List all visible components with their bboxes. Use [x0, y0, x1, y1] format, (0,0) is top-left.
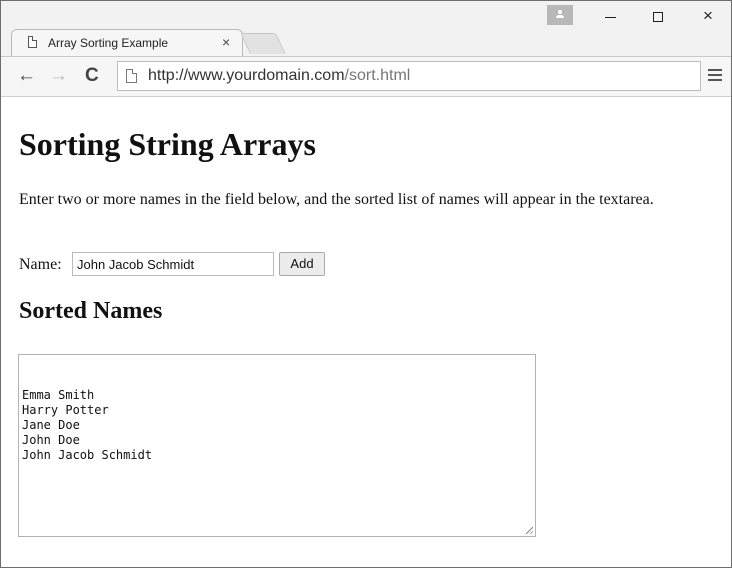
minimize-button[interactable] — [593, 3, 627, 29]
address-bar[interactable]: http://www.yourdomain.com/sort.html — [117, 61, 701, 91]
tab-close-icon[interactable]: × — [222, 34, 230, 50]
profile-icon[interactable] — [547, 5, 573, 25]
name-label: Name: — [19, 256, 62, 273]
menu-icon-line — [708, 69, 722, 71]
forward-arrow-icon[interactable]: → — [49, 65, 68, 87]
sorted-name-line: Harry Potter — [22, 403, 109, 417]
sorted-name-line: Jane Doe — [22, 418, 80, 432]
url-domain: http://www.yourdomain.com — [148, 67, 345, 84]
title-bar: Array Sorting Example × × — [1, 1, 731, 56]
sorted-name-line: John Doe — [22, 433, 80, 447]
reload-icon[interactable]: C — [85, 65, 99, 87]
sorted-names-heading: Sorted Names — [19, 298, 163, 324]
sorted-names-list: Emma Smith Harry Potter Jane Doe John Doe Jo… — [22, 388, 532, 463]
sorted-names-textarea[interactable]: Emma Smith Harry Potter Jane Doe John Doe Jo… — [18, 354, 536, 537]
url-text: http://www.yourdomain.com/sort.html — [148, 67, 410, 85]
tab-array-sorting[interactable]: Array Sorting Example × — [11, 29, 243, 56]
tab-title: Array Sorting Example — [48, 36, 169, 50]
minimize-icon — [605, 17, 616, 18]
page-icon — [28, 36, 37, 48]
resize-grip-icon[interactable] — [526, 527, 533, 534]
maximize-button[interactable] — [641, 3, 675, 29]
add-button[interactable]: Add — [279, 252, 325, 276]
page-content: Sorting String Arrays Enter two or more … — [1, 97, 731, 565]
menu-icon-line — [708, 79, 722, 81]
profile-shoulders-shape — [556, 15, 564, 18]
url-path: /sort.html — [344, 67, 411, 84]
browser-toolbar: ← → C http://www.yourdomain.com/sort.htm… — [1, 56, 731, 97]
page-title: Sorting String Arrays — [19, 126, 316, 162]
close-window-button[interactable]: × — [691, 3, 725, 29]
new-tab-button[interactable] — [240, 33, 286, 54]
menu-icon[interactable] — [708, 69, 722, 81]
back-arrow-icon[interactable]: ← — [17, 65, 36, 87]
sorted-name-line: John Jacob Schmidt — [22, 448, 153, 462]
menu-icon-line — [708, 74, 722, 76]
intro-text: Enter two or more names in the field bel… — [19, 191, 654, 208]
browser-window: Array Sorting Example × × ← → C http://w… — [0, 0, 732, 568]
sorted-name-line: Emma Smith — [22, 388, 95, 402]
profile-head-shape — [558, 10, 562, 14]
name-input[interactable] — [72, 252, 274, 276]
maximize-icon — [653, 12, 663, 22]
page-info-icon[interactable] — [126, 69, 137, 83]
